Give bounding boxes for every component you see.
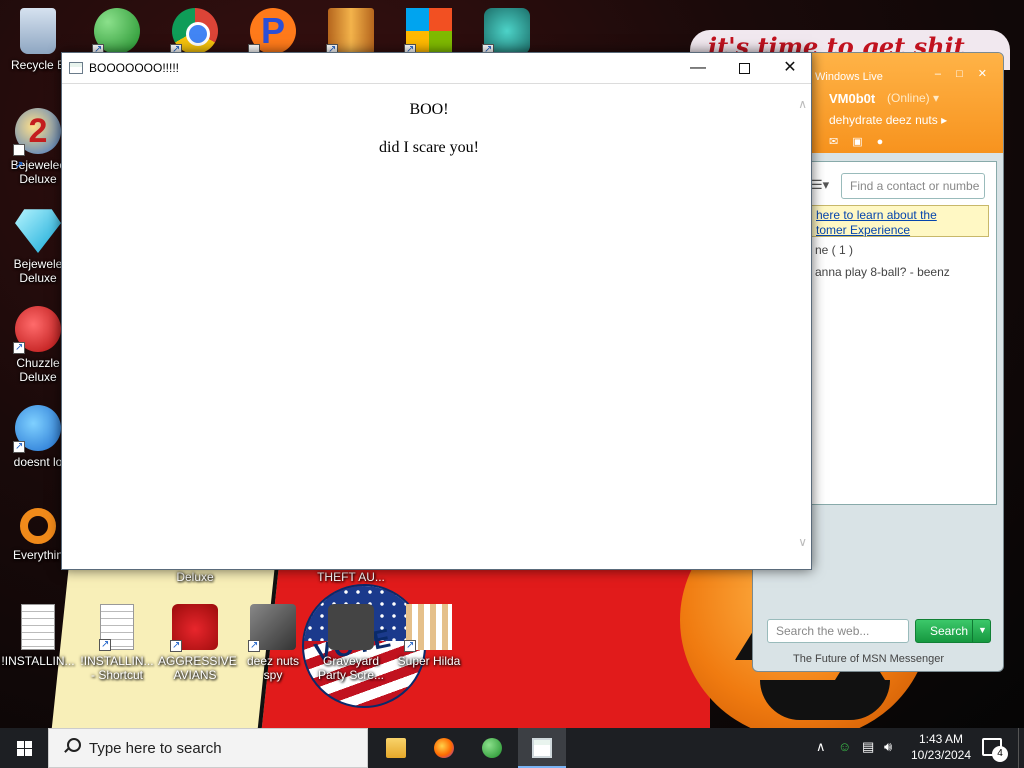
- msn-people-icon: [482, 738, 502, 758]
- scroll-down-icon[interactable]: ∨: [798, 535, 807, 549]
- desktop-icon-deez-nuts-spy[interactable]: deez nuts spy: [236, 604, 310, 682]
- msn-toolbar-icons[interactable]: ✉▣●: [829, 135, 897, 148]
- notification-count-badge: 4: [992, 746, 1008, 762]
- angry-bird-icon: [170, 604, 218, 653]
- msn-search-button[interactable]: Search ▼: [915, 619, 991, 643]
- chevron-down-icon[interactable]: ▼: [972, 620, 990, 642]
- firefox-icon: [434, 738, 454, 758]
- book-app-icon: [326, 8, 374, 57]
- msn-tray-icon[interactable]: ☺: [838, 739, 851, 754]
- network-icon[interactable]: ▤: [862, 739, 874, 755]
- dialog-body-text: did I scare you!: [379, 139, 479, 156]
- game-character-icon: [482, 8, 530, 57]
- minimize-button[interactable]: —: [675, 53, 721, 84]
- taskbar-app-msn[interactable]: [468, 728, 516, 768]
- search-icon: [63, 738, 81, 754]
- msn-username[interactable]: VM0b0t: [829, 91, 875, 106]
- msn-window-title: Windows Live: [815, 71, 883, 83]
- desktop-icon-book-app[interactable]: [314, 8, 388, 58]
- bejeweled-gem-icon: [15, 209, 61, 253]
- pixel-dog-icon: [404, 604, 452, 653]
- taskbar-search-placeholder: Type here to search: [89, 740, 222, 757]
- desktop-icon-aggressive-avians[interactable]: AGGRESSIVE AVIANS: [158, 604, 237, 682]
- text-document-icon: [21, 604, 55, 650]
- desktop-icon-label: deez nuts spy: [246, 654, 300, 682]
- close-icon: ✕: [783, 59, 797, 76]
- desktop-icon-installing[interactable]: !INSTALLIN...: [1, 604, 75, 668]
- bejeweled-2-icon: 2: [13, 108, 61, 189]
- everything-search-icon: [20, 508, 56, 544]
- desktop-icon-msn[interactable]: [80, 8, 154, 58]
- graveyard-icon: [328, 604, 374, 650]
- window-title: BOOOOOOO!!!!!: [89, 61, 180, 75]
- msn-people-icon: [92, 8, 140, 57]
- pumpkin-mouth: [760, 680, 890, 720]
- desktop-icon-label: AGGRESSIVE AVIANS: [158, 654, 237, 682]
- clock-date: 10/23/2024: [910, 748, 972, 762]
- taskbar-search-box[interactable]: Type here to search: [48, 728, 368, 768]
- taskbar-app-firefox[interactable]: [420, 728, 468, 768]
- desktop-icon-graveyard[interactable]: Graveyard Party Scre...: [314, 604, 388, 682]
- msn-personal-message[interactable]: dehydrate deez nuts ▸: [829, 113, 947, 127]
- taskbar: Type here to search ∧ ☺ ▤ 🔊︎ 1:43 AM 10/…: [0, 728, 1024, 768]
- msn-find-contact-input[interactable]: Find a contact or numbe: [841, 173, 985, 199]
- desktop-icon-installing-shortcut[interactable]: !INSTALLIN... - Shortcut: [80, 604, 154, 682]
- chevron-up-icon[interactable]: ∧: [816, 739, 826, 755]
- desktop-icon-label: !INSTALLIN... - Shortcut: [80, 654, 154, 682]
- taskbar-app-file-explorer[interactable]: [372, 728, 420, 768]
- dialog-heading: BOO!: [409, 101, 449, 118]
- clock-time: 1:43 AM: [918, 732, 964, 746]
- taskbar-app-boo-dialog[interactable]: [518, 728, 566, 768]
- start-button[interactable]: [0, 728, 48, 768]
- recycle-bin-icon: [20, 8, 56, 54]
- list-view-icon[interactable]: ☰▾: [811, 177, 829, 193]
- desktop-icon-chrome[interactable]: [158, 8, 232, 58]
- windows-logo-icon: [17, 741, 32, 756]
- boo-dialog-window[interactable]: BOOOOOOO!!!!! — ✕ BOO! did I scare you! …: [61, 52, 812, 570]
- p-app-icon: P: [248, 8, 296, 89]
- desktop-icon-label: !INSTALLIN...: [1, 654, 75, 668]
- msn-contact-group[interactable]: ne ( 1 ): [815, 243, 853, 257]
- text-document-icon: [99, 604, 134, 652]
- desktop-icon-hidden-deluxe[interactable]: Deluxe: [158, 570, 232, 584]
- windows-logo-icon: [404, 8, 452, 57]
- windows-stack-icon: [248, 604, 296, 653]
- desktop-icon-p-app[interactable]: P: [236, 8, 310, 89]
- msn-status[interactable]: (Online) ▾: [887, 91, 939, 105]
- window-app-icon: [69, 62, 83, 74]
- desktop-icon-label: Graveyard Party Scre...: [317, 654, 385, 682]
- window-app-icon: [532, 738, 552, 758]
- maximize-icon: [738, 63, 750, 74]
- scroll-up-icon[interactable]: ∧: [798, 97, 807, 111]
- show-desktop-button[interactable]: [1018, 728, 1024, 768]
- volume-icon[interactable]: 🔊︎: [884, 739, 892, 755]
- minimize-icon: —: [690, 59, 706, 76]
- chrome-icon: [170, 8, 218, 57]
- msn-contact-item[interactable]: anna play 8-ball? - beenz: [815, 265, 950, 279]
- thunderbird-icon: [13, 405, 61, 454]
- taskbar-clock[interactable]: 1:43 AM 10/23/2024: [906, 731, 976, 763]
- close-button[interactable]: ✕: [767, 53, 813, 84]
- msn-search-button-label: Search: [930, 624, 969, 638]
- desktop-icon-hidden-theft[interactable]: THEFT AU...: [314, 570, 388, 584]
- msn-footer-text: The Future of MSN Messenger: [793, 653, 945, 665]
- desktop-icon-game[interactable]: [470, 8, 544, 58]
- chuzzle-icon: [13, 306, 61, 355]
- desktop-icon-label: THEFT AU...: [317, 570, 385, 584]
- folder-icon: [386, 738, 406, 758]
- desktop-icon-windows[interactable]: [392, 8, 466, 58]
- window-titlebar[interactable]: BOOOOOOO!!!!! — ✕: [62, 53, 811, 84]
- desktop-icon-label: Deluxe: [176, 570, 214, 584]
- desktop-icon-label: Super Hilda: [397, 654, 461, 668]
- msn-web-search-input[interactable]: Search the web...: [767, 619, 909, 643]
- msn-window-buttons[interactable]: ‒ □ ✕: [935, 67, 993, 80]
- dialog-content: BOO! did I scare you!: [62, 85, 796, 569]
- maximize-button[interactable]: [721, 53, 767, 84]
- desktop-icon-super-hilda[interactable]: Super Hilda: [392, 604, 466, 668]
